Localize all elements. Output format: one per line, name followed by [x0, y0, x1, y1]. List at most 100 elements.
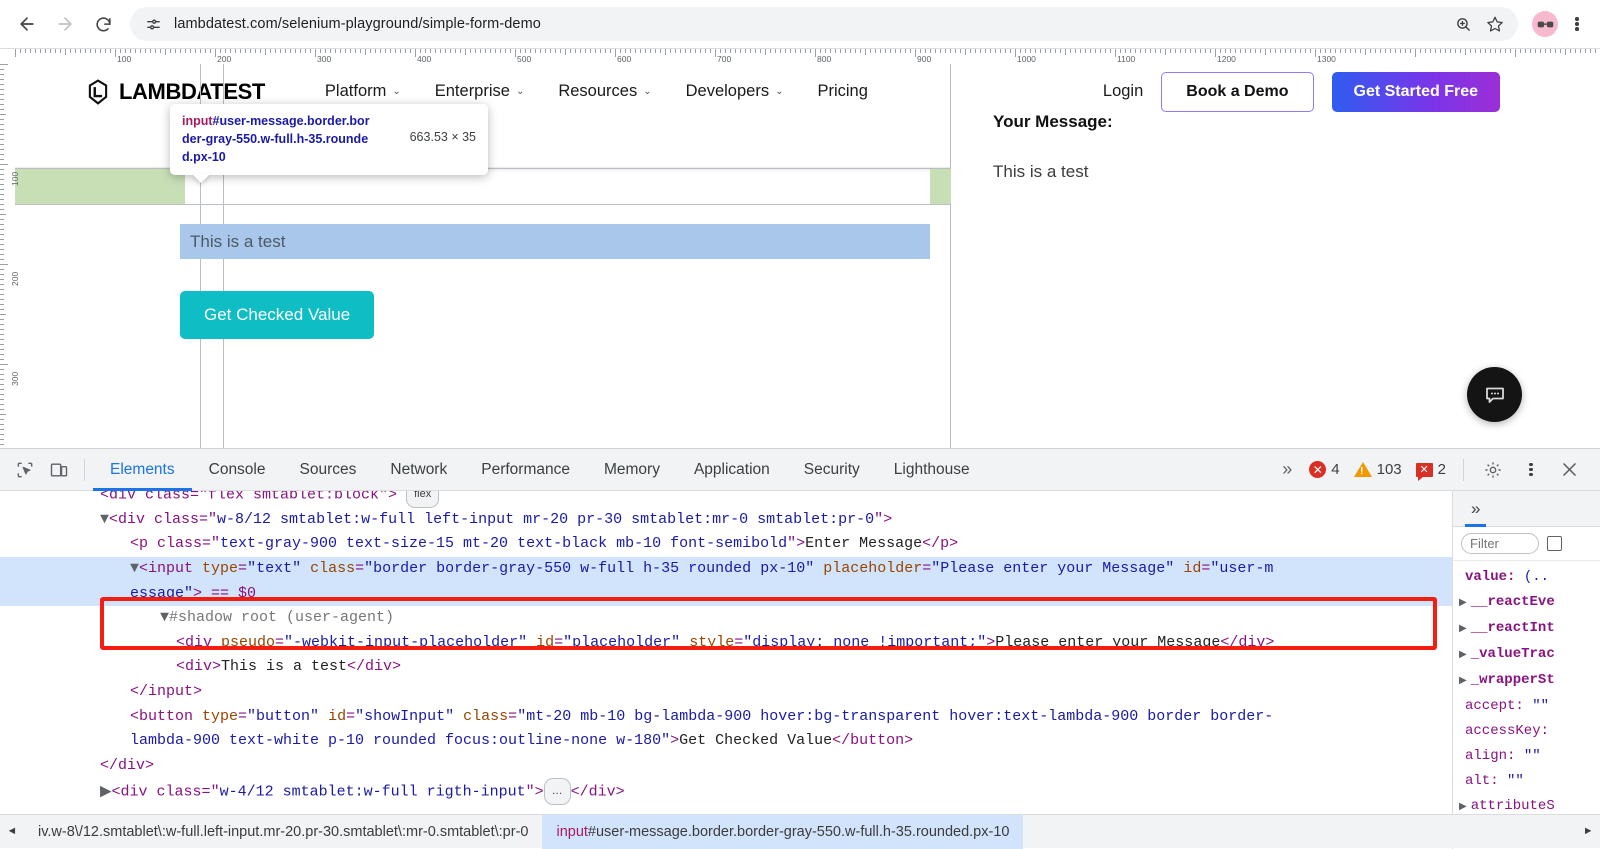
expand-triangle-icon[interactable]: ▶: [1459, 650, 1467, 661]
tab-security[interactable]: Security: [787, 449, 877, 491]
tab-application[interactable]: Application: [677, 449, 787, 491]
expand-triangle-icon[interactable]: ▶: [1459, 598, 1467, 609]
property-key: __reactInt: [1471, 620, 1555, 636]
dom-line-div-close[interactable]: </div>: [0, 754, 1452, 779]
tab-lighthouse[interactable]: Lighthouse: [877, 449, 987, 491]
highlight-margin-box: [15, 169, 185, 204]
tab-elements[interactable]: Elements: [93, 449, 192, 491]
breadcrumb-item-input[interactable]: input#user-message.border.border-gray-55…: [542, 815, 1023, 849]
dom-attr: class: [463, 708, 508, 725]
dom-line-text: <div class="flex smtablet:block">: [100, 491, 397, 503]
dom-line-div-left-input[interactable]: ▼<div class="w-8/12 smtablet:w-full left…: [0, 508, 1452, 533]
reload-button[interactable]: [86, 7, 120, 41]
dom-breadcrumb-bar: ◄ iv.w-8\/12.smtablet\:w-full.left-input…: [0, 814, 1600, 848]
breadcrumb-scroll-right[interactable]: ►: [1576, 815, 1600, 849]
dom-line-value-div[interactable]: <div>This is a test</div>: [0, 655, 1452, 680]
tab-sources[interactable]: Sources: [283, 449, 374, 491]
show-all-checkbox[interactable]: [1547, 536, 1562, 551]
browser-menu-icon[interactable]: [1564, 7, 1590, 41]
zoom-magnifier-icon[interactable]: [1452, 13, 1474, 35]
get-checked-value-button[interactable]: Get Checked Value: [180, 291, 374, 339]
devtools-toolbar: Elements Console Sources Network Perform…: [0, 449, 1600, 491]
breadcrumb-scroll-left[interactable]: ◄: [0, 815, 24, 849]
inspect-element-icon[interactable]: [8, 455, 42, 485]
devtools-panel: Elements Console Sources Network Perform…: [0, 448, 1600, 848]
book-demo-button[interactable]: Book a Demo: [1161, 72, 1313, 112]
sidebar-more-tabs-button[interactable]: »: [1465, 491, 1486, 527]
warning-count-badge[interactable]: ! 103: [1349, 461, 1407, 478]
address-bar[interactable]: lambdatest.com/selenium-playground/simpl…: [130, 7, 1518, 41]
more-tabs-button[interactable]: »: [1274, 459, 1300, 480]
dom-line-partial[interactable]: <div class="flex smtablet:block"> flex: [0, 491, 1452, 508]
lambdatest-logo[interactable]: LAMBDATEST: [85, 79, 265, 105]
dom-line-p-enter-message[interactable]: <p class="text-gray-900 text-size-15 mt-…: [0, 532, 1452, 557]
message-input[interactable]: [180, 224, 930, 259]
device-toolbar-icon[interactable]: [42, 455, 76, 485]
dom-line-placeholder-div[interactable]: <div pseudo="-webkit-input-placeholder" …: [0, 631, 1452, 656]
property-row[interactable]: ▶__reactEve: [1459, 590, 1600, 616]
nav-label: Developers: [686, 82, 769, 101]
nav-item-developers[interactable]: Developers ⌄: [686, 82, 784, 101]
breadcrumb-item-div[interactable]: iv.w-8\/12.smtablet\:w-full.left-input.m…: [24, 815, 542, 849]
property-row[interactable]: ▶ __reactInt: [1459, 616, 1600, 642]
property-key: value: [1465, 569, 1507, 585]
more-options-icon[interactable]: [1514, 455, 1548, 485]
nav-label: Pricing: [817, 82, 867, 101]
property-row[interactable]: accept: "": [1459, 694, 1600, 719]
nav-item-pricing[interactable]: Pricing: [817, 82, 867, 101]
dom-attr: style: [689, 634, 734, 651]
chat-bubble-icon: [1483, 383, 1507, 407]
nav-item-resources[interactable]: Resources ⌄: [558, 82, 651, 101]
dom-tag: <div: [176, 634, 221, 651]
chat-bubble-button[interactable]: [1467, 367, 1522, 422]
property-row[interactable]: align: "": [1459, 744, 1600, 769]
bookmark-star-icon[interactable]: [1484, 13, 1506, 35]
dom-tag: <button: [130, 708, 202, 725]
property-row[interactable]: value: (..: [1459, 565, 1600, 590]
dom-line-input-selected[interactable]: ▼<input type="text" class="border border…: [0, 557, 1452, 582]
error-count-badge[interactable]: ✕ 4: [1304, 461, 1344, 478]
property-row[interactable]: ▶_wrapperSt: [1459, 668, 1600, 694]
dom-attr-value: "border border-gray-550 w-full h-35 roun…: [364, 560, 814, 577]
nav-item-platform[interactable]: Platform ⌄: [325, 82, 401, 101]
highlight-guide-bottom: [15, 204, 951, 205]
expand-triangle-icon[interactable]: ▶: [1459, 802, 1467, 813]
header-actions: Login Book a Demo Get Started Free: [1103, 72, 1600, 112]
login-link[interactable]: Login: [1103, 82, 1143, 101]
properties-list[interactable]: value: (.. ▶__reactEve ▶ __reactInt ▶_val…: [1453, 561, 1600, 820]
expand-ellipsis-button[interactable]: …: [544, 778, 571, 805]
forward-button[interactable]: [48, 7, 82, 41]
back-button[interactable]: [10, 7, 44, 41]
expand-triangle-icon[interactable]: ▶: [1459, 624, 1467, 635]
dom-tree-pane[interactable]: <div class="flex smtablet:block"> flex ▼…: [0, 491, 1452, 849]
property-row[interactable]: ▶_valueTrac: [1459, 642, 1600, 668]
dom-line-button-wrap[interactable]: lambda-900 text-white p-10 rounded focus…: [0, 729, 1452, 754]
profile-avatar-icon[interactable]: [1532, 11, 1558, 37]
property-row[interactable]: alt: "": [1459, 769, 1600, 794]
dom-line-button[interactable]: <button type="button" id="showInput" cla…: [0, 705, 1452, 730]
flex-badge[interactable]: flex: [406, 491, 439, 508]
tab-memory[interactable]: Memory: [587, 449, 677, 491]
nav-label: Resources: [558, 82, 637, 101]
close-icon[interactable]: [1552, 455, 1586, 485]
tab-network[interactable]: Network: [373, 449, 464, 491]
tab-console[interactable]: Console: [192, 449, 283, 491]
property-key: accept:: [1465, 698, 1524, 714]
dom-line-text: </input>: [130, 683, 202, 700]
property-row[interactable]: accessKey:: [1459, 719, 1600, 744]
nav-item-enterprise[interactable]: Enterprise ⌄: [435, 82, 525, 101]
dom-line-input-selected-wrap[interactable]: essage"> == $0: [0, 582, 1452, 607]
dom-line-right-input[interactable]: ▶<div class="w-4/12 smtablet:w-full rigt…: [0, 778, 1452, 805]
dom-attr-value: "user-m: [1210, 560, 1273, 577]
dom-line-shadow-root[interactable]: ▼#shadow root (user-agent): [0, 606, 1452, 631]
filter-input[interactable]: [1461, 533, 1539, 554]
site-settings-icon[interactable]: [142, 13, 164, 35]
expand-triangle-icon[interactable]: ▶: [1459, 676, 1467, 687]
dom-line-input-close[interactable]: </input>: [0, 680, 1452, 705]
tab-performance[interactable]: Performance: [464, 449, 587, 491]
ruler-label: 300: [317, 54, 331, 64]
dom-line-close: </p>: [922, 535, 958, 552]
get-started-free-button[interactable]: Get Started Free: [1332, 72, 1500, 112]
gear-icon[interactable]: [1476, 455, 1510, 485]
issue-count-badge[interactable]: ✕ 2: [1411, 461, 1451, 478]
